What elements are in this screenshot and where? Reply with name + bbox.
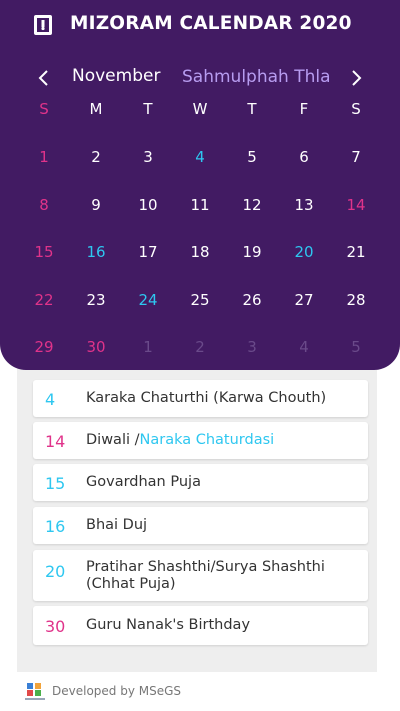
calendar-day[interactable]: 6 (278, 140, 330, 188)
holiday-name: Bhai Duj (86, 517, 148, 533)
calendar-day[interactable]: 1 (122, 330, 174, 378)
weekday-label: T (247, 100, 257, 118)
calendar-book-icon (34, 15, 52, 35)
calendar-day[interactable]: 21 (330, 235, 382, 283)
calendar-day[interactable]: 14 (330, 188, 382, 236)
calendar-day[interactable]: 28 (330, 283, 382, 331)
holiday-day: 15 (45, 474, 66, 493)
calendar-day[interactable]: 3 (226, 330, 278, 378)
weekday-label: S (39, 100, 49, 118)
calendar-day[interactable]: 10 (122, 188, 174, 236)
weekday-label: F (299, 100, 309, 118)
calendar-day[interactable]: 26 (226, 283, 278, 331)
app-title: MIZORAM CALENDAR 2020 (70, 13, 352, 34)
holiday-item[interactable]: 30 Guru Nanak's Birthday (33, 606, 368, 645)
calendar-day[interactable]: 2 (174, 330, 226, 378)
calendar-day[interactable]: 9 (70, 188, 122, 236)
calendar-day[interactable]: 5 (226, 140, 278, 188)
weekday-label: S (351, 100, 361, 118)
developer-credit: Developed by MSeGS (52, 684, 182, 698)
holiday-name-extra: Naraka Chaturdasi (139, 432, 275, 448)
calendar-day[interactable]: 2 (70, 140, 122, 188)
holiday-day: 14 (45, 432, 66, 451)
holiday-name: Govardhan Puja (86, 474, 201, 490)
chevron-right-icon[interactable] (344, 66, 368, 90)
month-name-mizo: Sahmulphah Thla (182, 67, 331, 87)
weekday-label: M (89, 100, 103, 118)
holiday-name: Karaka Chaturthi (Karwa Chouth) (86, 390, 327, 406)
calendar-header: MIZORAM CALENDAR 2020 November Sahmulpha… (0, 0, 400, 370)
holiday-item[interactable]: 14 Diwali /Naraka Chaturdasi (33, 422, 368, 459)
calendar-day[interactable]: 22 (18, 283, 70, 331)
calendar-day[interactable]: 24 (122, 283, 174, 331)
holiday-item[interactable]: 16 Bhai Duj (33, 507, 368, 544)
calendar-day[interactable]: 12 (226, 188, 278, 236)
calendar-day[interactable]: 8 (18, 188, 70, 236)
calendar-day[interactable]: 13 (278, 188, 330, 236)
calendar-day[interactable]: 30 (70, 330, 122, 378)
holiday-name: Diwali / (86, 432, 140, 448)
calendar-day[interactable]: 15 (18, 235, 70, 283)
calendar-day[interactable]: 20 (278, 235, 330, 283)
calendar-day[interactable]: 3 (122, 140, 174, 188)
calendar-day[interactable]: 5 (330, 330, 382, 378)
holiday-day: 16 (45, 517, 66, 536)
calendar-day[interactable]: 11 (174, 188, 226, 236)
holiday-item[interactable]: 20 Pratihar Shashthi/Surya Shashthi (Chh… (33, 550, 368, 601)
calendar-day[interactable]: 7 (330, 140, 382, 188)
holiday-name: Guru Nanak's Birthday (86, 617, 251, 633)
calendar-day[interactable]: 16 (70, 235, 122, 283)
calendar-day[interactable]: 29 (18, 330, 70, 378)
calendar-day[interactable]: 17 (122, 235, 174, 283)
holiday-day: 4 (45, 390, 56, 409)
weekday-label: T (143, 100, 153, 118)
calendar-day[interactable]: 1 (18, 140, 70, 188)
calendar-day[interactable]: 23 (70, 283, 122, 331)
weekday-row: S M T W T F S (18, 100, 382, 120)
holiday-item[interactable]: 15 Govardhan Puja (33, 464, 368, 501)
calendar-day[interactable]: 4 (174, 140, 226, 188)
calendar-day[interactable]: 19 (226, 235, 278, 283)
calendar-day[interactable]: 25 (174, 283, 226, 331)
title-bar: MIZORAM CALENDAR 2020 (0, 10, 400, 40)
msegs-logo-icon (25, 683, 45, 700)
month-navigation: November Sahmulphah Thla (0, 64, 400, 92)
calendar-day[interactable]: 4 (278, 330, 330, 378)
calendar-day[interactable]: 27 (278, 283, 330, 331)
weekday-label: W (192, 100, 208, 118)
calendar-day[interactable]: 18 (174, 235, 226, 283)
chevron-left-icon[interactable] (32, 66, 56, 90)
calendar-grid: 1 2 3 4 5 6 7 8 9 10 11 12 13 14 15 16 17 18 19 20 21 22 23 24 2… (18, 140, 382, 378)
month-name-english: November (72, 66, 161, 86)
holiday-item[interactable]: 4 Karaka Chaturthi (Karwa Chouth) (33, 380, 368, 417)
holiday-day: 20 (45, 562, 66, 581)
holiday-day: 30 (45, 617, 66, 636)
holiday-name: Pratihar Shashthi/Surya Shashthi (Chhat … (86, 559, 325, 592)
